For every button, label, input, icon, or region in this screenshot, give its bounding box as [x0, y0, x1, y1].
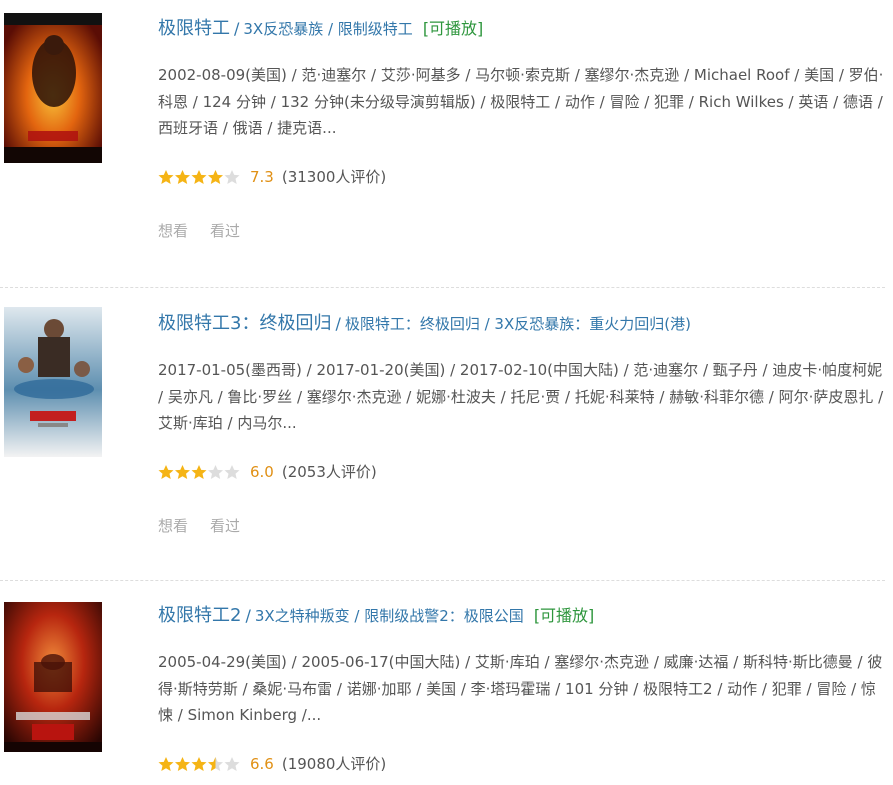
- title-line: 极限特工2/3X之特种叛变 / 限制级战警2：极限公国 [可播放]: [158, 603, 594, 629]
- alt-titles[interactable]: 3X之特种叛变 / 限制级战警2：极限公国: [255, 607, 524, 625]
- rating-stars-icon: [158, 169, 242, 185]
- rating-score: 6.0: [250, 462, 274, 481]
- title-separator: /: [245, 606, 251, 625]
- rating-row: 7.3 (31300人评价): [158, 166, 386, 187]
- rating-score: 6.6: [250, 754, 274, 773]
- rating-stars-icon: [158, 756, 242, 772]
- want-to-watch-button[interactable]: 想看: [158, 222, 188, 240]
- movie-title[interactable]: 极限特工: [158, 18, 230, 39]
- playable-badge[interactable]: [可播放]: [534, 606, 595, 625]
- watched-button[interactable]: 看过: [210, 222, 240, 240]
- poster-image[interactable]: [4, 13, 102, 163]
- movie-title[interactable]: 极限特工2: [158, 605, 241, 626]
- rating-count: (31300人评价): [281, 167, 387, 186]
- title-separator: /: [234, 19, 240, 38]
- title-line: 极限特工/3X反恐暴族 / 限制级特工 [可播放]: [158, 16, 483, 42]
- action-row: 想看 看过: [158, 515, 262, 536]
- movie-meta: 2002-08-09(美国) / 范·迪塞尔 / 艾莎·阿基多 / 马尔顿·索克…: [158, 66, 884, 137]
- star-icon: [158, 169, 174, 184]
- watched-button[interactable]: 看过: [210, 517, 240, 535]
- action-row: 想看 看过: [158, 220, 262, 241]
- alt-titles[interactable]: 3X反恐暴族 / 限制级特工: [243, 20, 412, 38]
- rating-count: (2053人评价): [281, 462, 377, 481]
- rating-score: 7.3: [250, 167, 274, 186]
- rating-count: (19080人评价): [281, 754, 387, 773]
- title-line: 极限特工3：终极回归 / 极限特工：终极回归 / 3X反恐暴族：重火力回归(港): [158, 311, 691, 337]
- alt-titles[interactable]: 极限特工：终极回归 / 3X反恐暴族：重火力回归(港): [345, 315, 691, 333]
- playable-badge[interactable]: [可播放]: [423, 19, 484, 38]
- want-to-watch-button[interactable]: 想看: [158, 517, 188, 535]
- rating-row: 6.6 (19080人评价): [158, 753, 386, 774]
- divider: [0, 287, 885, 288]
- divider: [0, 580, 885, 581]
- title-separator: /: [335, 314, 341, 333]
- rating-stars-icon: [158, 464, 242, 480]
- movie-meta: 2005-04-29(美国) / 2005-06-17(中国大陆) / 艾斯·库…: [158, 653, 883, 724]
- rating-row: 6.0 (2053人评价): [158, 461, 377, 482]
- poster-image[interactable]: [4, 602, 102, 752]
- movie-meta: 2017-01-05(墨西哥) / 2017-01-20(美国) / 2017-…: [158, 361, 884, 432]
- movie-title[interactable]: 极限特工3：终极回归: [158, 313, 331, 334]
- poster-image[interactable]: [4, 307, 102, 457]
